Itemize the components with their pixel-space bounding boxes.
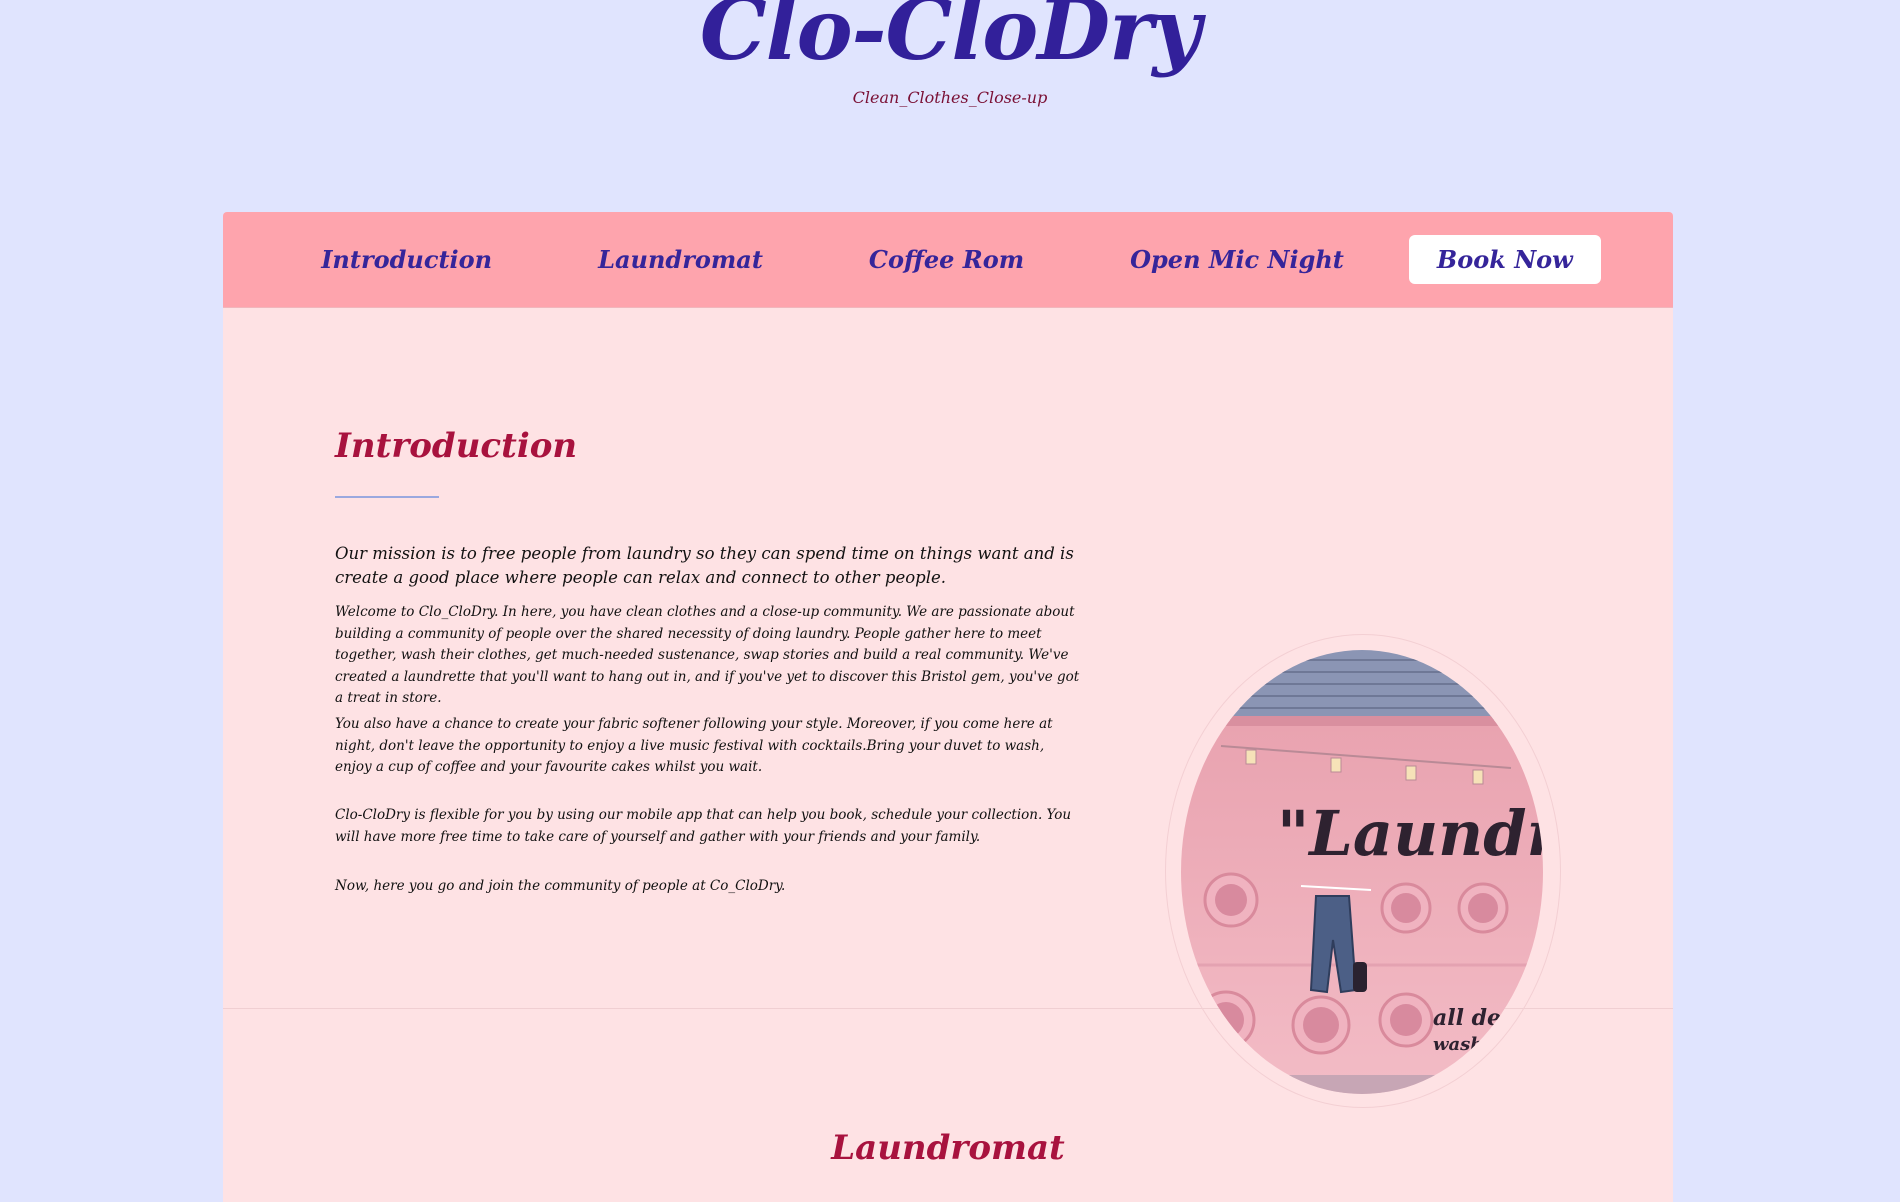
nav-item-laundromat[interactable]: Laundromat (572, 235, 789, 284)
intro-paragraph: Now, here you go and join the community … (335, 878, 786, 894)
site-tagline: Clean_Clothes_Close-up (852, 88, 1048, 107)
laundromat-photo: "Laundry all deni washi (1181, 650, 1543, 1094)
laundromat-heading: Laundromat (831, 1128, 1065, 1168)
nav-item-open-mic-night[interactable]: Open Mic Night (1104, 235, 1370, 284)
site-title: Clo-CloDry (699, 0, 1201, 79)
main-container: Introduction Laundromat Coffee Rom Open … (223, 212, 1673, 1202)
nav-item-introduction[interactable]: Introduction (295, 235, 518, 284)
introduction-heading: Introduction (335, 426, 578, 466)
navbar: Introduction Laundromat Coffee Rom Open … (223, 212, 1673, 308)
book-now-button[interactable]: Book Now (1408, 235, 1601, 284)
mission-statement: Our mission is to free people from laund… (335, 544, 1074, 587)
intro-paragraph: Clo-CloDry is flexible for you by using … (335, 807, 1072, 845)
heading-divider (335, 496, 439, 498)
intro-paragraph: Welcome to Clo_CloDry. In here, you have… (335, 604, 1080, 706)
introduction-section: Introduction Our mission is to free peop… (223, 308, 1673, 1108)
photo-sign-text: "Laundry (1277, 797, 1543, 870)
nav-item-coffee-room[interactable]: Coffee Rom (843, 235, 1050, 284)
intro-paragraph: You also have a chance to create your fa… (335, 716, 1053, 775)
